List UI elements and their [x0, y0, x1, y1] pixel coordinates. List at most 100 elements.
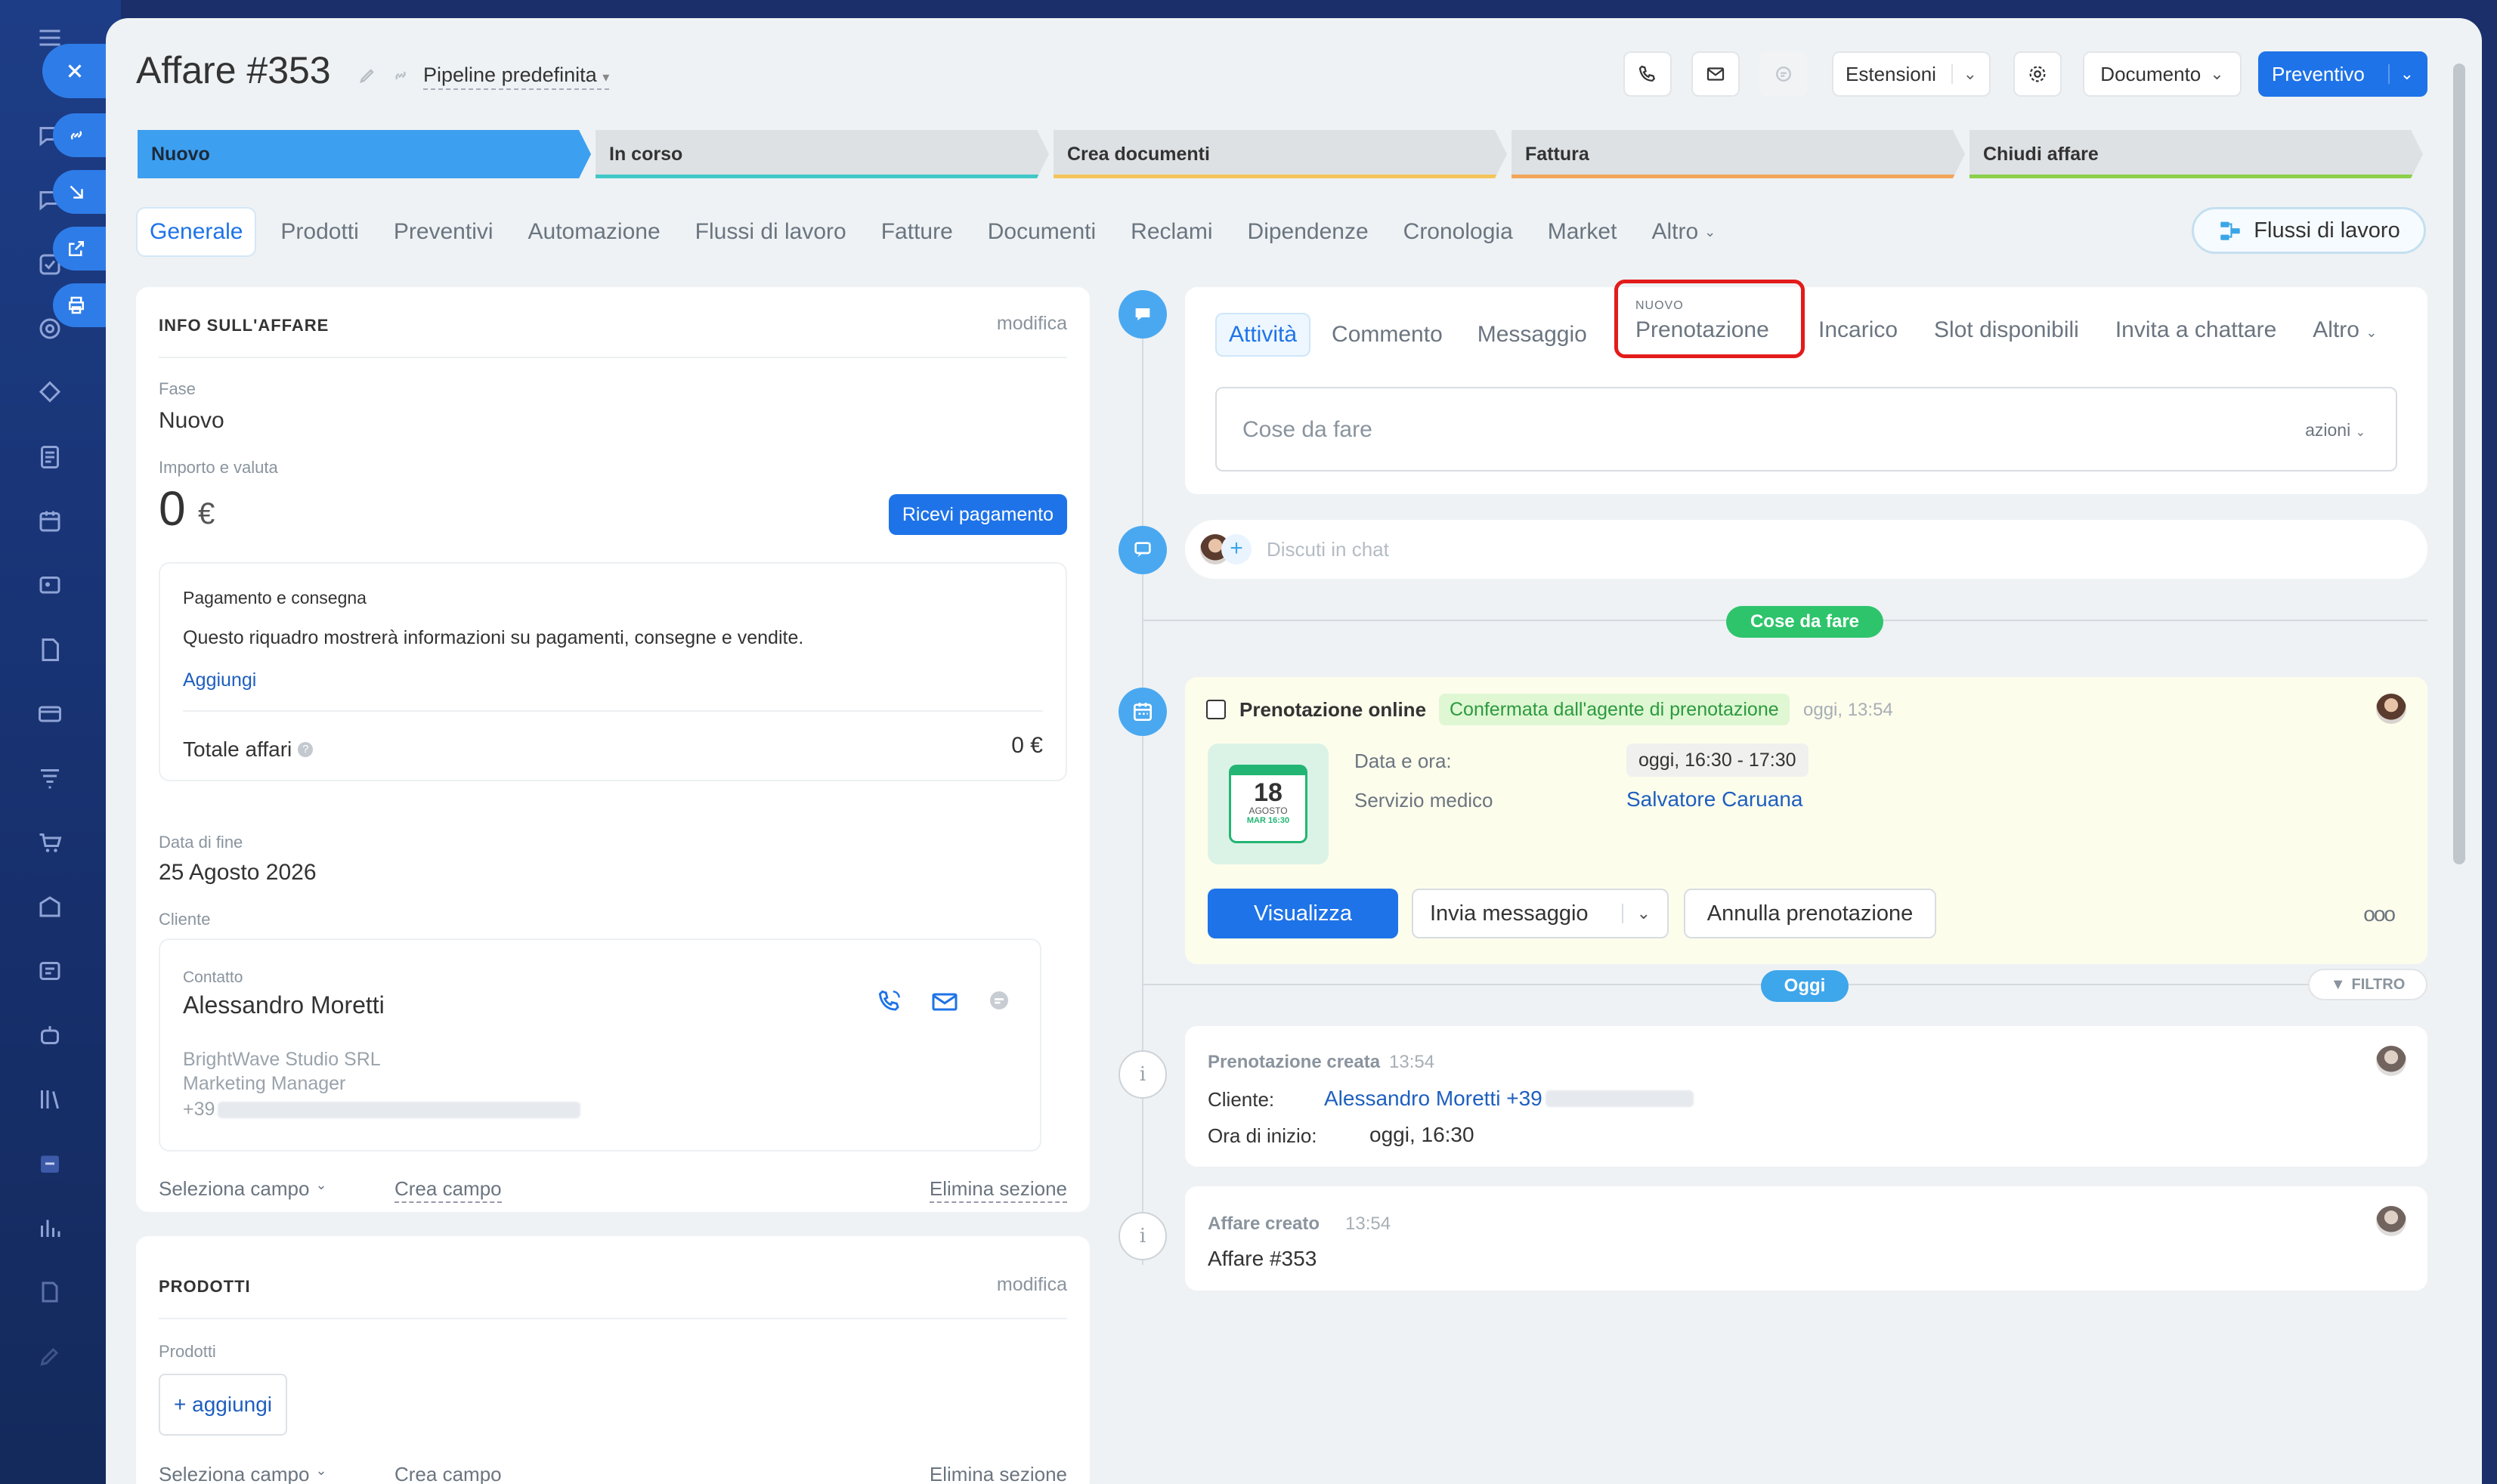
- tab-reclami[interactable]: Reclami: [1131, 207, 1212, 257]
- payment-add-link[interactable]: Aggiungi: [183, 669, 256, 691]
- sign-icon[interactable]: [35, 1277, 65, 1307]
- tab-messaggio[interactable]: Messaggio: [1477, 322, 1587, 348]
- company-name[interactable]: BrightWave Studio SRL: [183, 1049, 381, 1071]
- stage-value[interactable]: Nuovo: [159, 408, 224, 434]
- receive-payment-button[interactable]: Ricevi pagamento: [888, 494, 1067, 535]
- tab-market[interactable]: Market: [1548, 207, 1617, 257]
- send-message-button[interactable]: Invia messaggio ⌄: [1412, 889, 1669, 938]
- stage-in-corso[interactable]: In corso: [596, 130, 1049, 178]
- contacts-icon[interactable]: [35, 570, 65, 601]
- edit-link[interactable]: modifica: [997, 313, 1067, 335]
- chat-button[interactable]: [1759, 51, 1808, 97]
- open-new-window-button[interactable]: [53, 227, 107, 271]
- tab-invita-a-chattare[interactable]: Invita a chattare: [2115, 317, 2276, 343]
- stage-fattura[interactable]: Fattura: [1512, 130, 1965, 178]
- create-field-link[interactable]: Crea campo: [395, 1177, 502, 1203]
- chevron-down-icon: ⌄: [1951, 64, 1977, 84]
- tab-cronologia[interactable]: Cronologia: [1403, 207, 1513, 257]
- tab-fatture[interactable]: Fatture: [881, 207, 953, 257]
- calendar-day: 18: [1254, 778, 1283, 807]
- booking-checkbox[interactable]: [1206, 700, 1226, 719]
- tab-dipendenze[interactable]: Dipendenze: [1248, 207, 1369, 257]
- delete-section-link[interactable]: Elimina sezione: [929, 1177, 1067, 1203]
- quote-button[interactable]: Preventivo ⌄: [2258, 51, 2427, 97]
- documents-icon[interactable]: [35, 442, 65, 472]
- files-icon[interactable]: [35, 635, 65, 665]
- todo-input[interactable]: Cose da fare azioni ⌄: [1215, 387, 2397, 471]
- amount-value[interactable]: 0: [159, 481, 186, 536]
- robot-icon[interactable]: [35, 1020, 65, 1050]
- booking-icon[interactable]: [35, 1149, 65, 1179]
- stage-crea-documenti[interactable]: Crea documenti: [1054, 130, 1507, 178]
- mail-icon[interactable]: [930, 987, 960, 1017]
- arrow-down-right-icon: [70, 185, 83, 199]
- contact-phone[interactable]: +39: [183, 1099, 581, 1121]
- edit-icon[interactable]: [35, 1341, 65, 1371]
- contact-name[interactable]: Alessandro Moretti: [183, 991, 385, 1019]
- select-field-dropdown[interactable]: Seleziona campo ⌄: [159, 1463, 327, 1484]
- stage-chiudi-affare[interactable]: Chiudi affare: [1969, 130, 2423, 178]
- cancel-booking-button[interactable]: Annulla prenotazione: [1684, 889, 1936, 938]
- tab-incarico[interactable]: Incarico: [1818, 317, 1898, 343]
- call-button[interactable]: [1623, 51, 1672, 97]
- stage-label: Chiudi affare: [1983, 143, 2099, 165]
- settings-button[interactable]: [2013, 51, 2062, 97]
- end-date-value[interactable]: 25 Agosto 2026: [159, 860, 317, 886]
- tab-preventivi[interactable]: Preventivi: [394, 207, 494, 257]
- tab-automazione[interactable]: Automazione: [528, 207, 661, 257]
- pencil-icon[interactable]: [357, 65, 378, 86]
- tab-prodotti[interactable]: Prodotti: [280, 207, 358, 257]
- tab-altro[interactable]: Altro ⌄: [2313, 317, 2377, 343]
- client-link[interactable]: Alessandro Moretti +39: [1324, 1087, 1694, 1111]
- job-title: Marketing Manager: [183, 1073, 346, 1094]
- library-icon[interactable]: [35, 1084, 65, 1115]
- copy-link-button[interactable]: [53, 113, 107, 157]
- total-value: 0 €: [1011, 733, 1043, 758]
- analytics-icon[interactable]: [35, 1213, 65, 1243]
- chat-input[interactable]: + Discuti in chat: [1185, 520, 2427, 579]
- tab-altro[interactable]: Altro ⌄: [1651, 207, 1716, 257]
- tab-slot-disponibili[interactable]: Slot disponibili: [1934, 317, 2079, 343]
- filter-button[interactable]: ▼ FILTRO: [2308, 969, 2427, 1000]
- add-participant-icon[interactable]: +: [1221, 534, 1252, 564]
- news-icon[interactable]: [35, 956, 65, 986]
- stage-label: Crea documenti: [1067, 143, 1210, 165]
- create-field-link[interactable]: Crea campo: [395, 1463, 502, 1484]
- stage-nuovo[interactable]: Nuovo: [138, 130, 591, 178]
- chat-icon[interactable]: [985, 987, 1013, 1014]
- shop-icon[interactable]: [35, 827, 65, 858]
- extensions-button[interactable]: Estensioni ⌄: [1832, 51, 1991, 97]
- service-value[interactable]: Salvatore Caruana: [1626, 787, 1802, 812]
- calendar-icon: [1134, 703, 1152, 721]
- edit-link[interactable]: modifica: [997, 1274, 1067, 1296]
- help-icon[interactable]: ?: [298, 742, 314, 757]
- scrollbar[interactable]: [2453, 63, 2465, 864]
- calendar-icon[interactable]: [35, 506, 65, 536]
- inventory-icon[interactable]: [35, 892, 65, 922]
- add-product-button[interactable]: + aggiungi: [159, 1374, 288, 1436]
- print-button[interactable]: [53, 283, 107, 327]
- tab-documenti[interactable]: Documenti: [988, 207, 1096, 257]
- more-options-icon[interactable]: ooo: [2363, 902, 2396, 926]
- select-field-dropdown[interactable]: Seleziona campo ⌄: [159, 1177, 327, 1201]
- close-slider-button[interactable]: [42, 44, 109, 98]
- tab-prenotazione[interactable]: Prenotazione: [1635, 317, 1769, 343]
- divider: [159, 1318, 1067, 1319]
- payments-icon[interactable]: [35, 699, 65, 729]
- actions-dropdown[interactable]: azioni ⌄: [2305, 420, 2365, 441]
- tab-flussi-di-lavoro[interactable]: Flussi di lavoro: [695, 207, 846, 257]
- funnel-icon[interactable]: [35, 763, 65, 793]
- view-button[interactable]: Visualizza: [1208, 889, 1398, 938]
- document-button[interactable]: Documento ⌄: [2083, 51, 2242, 97]
- tab-commento[interactable]: Commento: [1332, 322, 1443, 348]
- delete-section-link[interactable]: Elimina sezione: [930, 1463, 1067, 1484]
- minimize-button[interactable]: [53, 170, 107, 214]
- automation-icon[interactable]: [35, 378, 65, 408]
- email-button[interactable]: [1691, 51, 1740, 97]
- tab-attivita[interactable]: Attività: [1215, 313, 1311, 357]
- link-icon[interactable]: [390, 65, 411, 86]
- tab-generale[interactable]: Generale: [136, 207, 257, 257]
- workflows-button[interactable]: Flussi di lavoro: [2192, 207, 2426, 254]
- pipeline-selector[interactable]: Pipeline predefinita ▾: [423, 63, 610, 90]
- phone-icon[interactable]: [875, 987, 904, 1016]
